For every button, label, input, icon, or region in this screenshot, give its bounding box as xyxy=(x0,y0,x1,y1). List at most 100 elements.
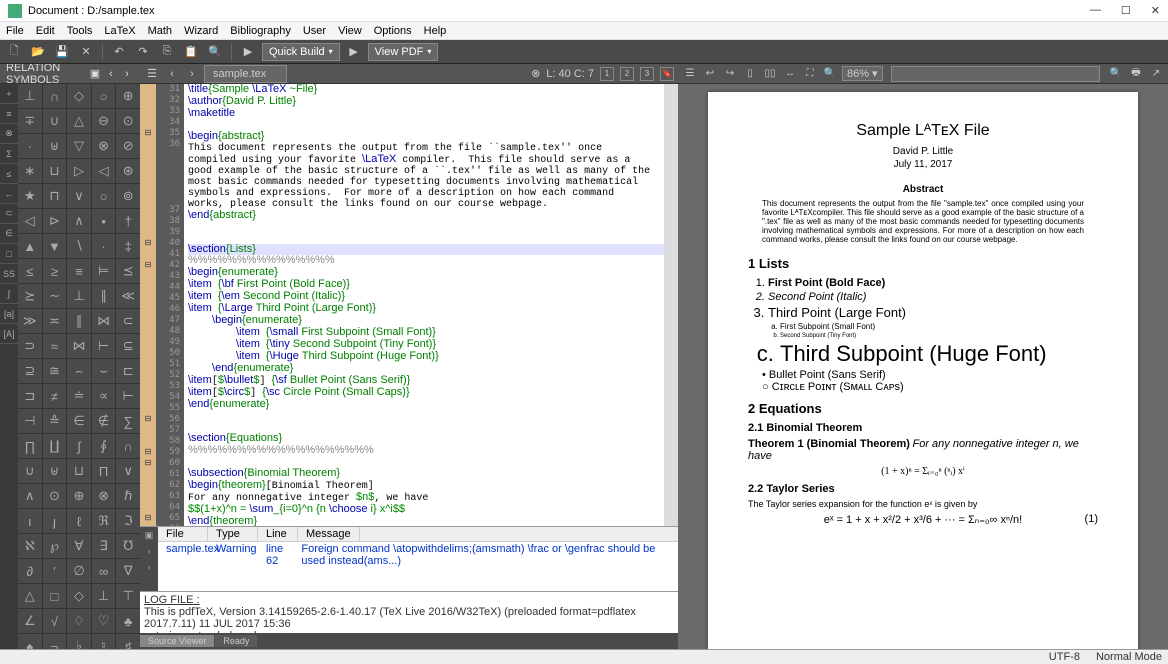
symbol-49[interactable]: ⊂ xyxy=(116,309,140,333)
symbol-28[interactable]: • xyxy=(92,209,116,233)
symbol-9[interactable]: ⊙ xyxy=(116,109,140,133)
symbol-34[interactable]: ‡ xyxy=(116,234,140,258)
close-button[interactable]: ✕ xyxy=(1151,4,1160,17)
zoom-combo[interactable]: 86%▾ xyxy=(842,66,883,81)
symbol-11[interactable]: ⊎ xyxy=(43,134,67,158)
fit-page-icon[interactable]: ⛶ xyxy=(802,66,818,82)
bookmark-icon[interactable]: 🔖 xyxy=(660,67,674,81)
symbol-89[interactable]: ℑ xyxy=(116,509,140,533)
menu-bibliography[interactable]: Bibliography xyxy=(230,25,291,37)
save-icon[interactable]: 💾 xyxy=(52,42,72,62)
symbol-63[interactable]: ∝ xyxy=(92,384,116,408)
msg-col-file[interactable]: File xyxy=(158,527,208,541)
tab-menu-icon[interactable]: ☰ xyxy=(144,67,160,80)
symbol-44[interactable]: ≪ xyxy=(116,284,140,308)
symbol-61[interactable]: ≠ xyxy=(43,384,67,408)
symbol-37[interactable]: ≡ xyxy=(67,259,91,283)
view-combo[interactable]: View PDF xyxy=(368,43,439,61)
symbol-cat-1[interactable]: ≡ xyxy=(0,104,18,124)
symbol-40[interactable]: ⪰ xyxy=(18,284,42,308)
status-mode[interactable]: Normal Mode xyxy=(1096,651,1162,663)
menu-help[interactable]: Help xyxy=(424,25,447,37)
viewer-menu-icon[interactable]: ☰ xyxy=(682,66,698,82)
symbol-82[interactable]: ⊕ xyxy=(67,484,91,508)
symbol-98[interactable]: ∞ xyxy=(92,559,116,583)
msg-nav3-icon[interactable]: › xyxy=(140,559,158,575)
symbol-22[interactable]: ∨ xyxy=(67,184,91,208)
symbol-56[interactable]: ≅ xyxy=(43,359,67,383)
find-icon[interactable]: 🔍 xyxy=(205,42,225,62)
symbol-68[interactable]: ∉ xyxy=(92,409,116,433)
menu-tools[interactable]: Tools xyxy=(67,25,93,37)
symbol-78[interactable]: Π xyxy=(92,459,116,483)
symbol-3[interactable]: ○ xyxy=(92,84,116,108)
msg-col-type[interactable]: Type xyxy=(208,527,258,541)
tab-source-viewer[interactable]: Source Viewer xyxy=(140,635,214,647)
symbol-38[interactable]: ⊨ xyxy=(92,259,116,283)
symbol-106[interactable]: √ xyxy=(43,609,67,633)
symbol-51[interactable]: ≈ xyxy=(43,334,67,358)
symbol-67[interactable]: ∈ xyxy=(67,409,91,433)
symbol-80[interactable]: ∧ xyxy=(18,484,42,508)
symbol-107[interactable]: ♢ xyxy=(67,609,91,633)
symbol-97[interactable]: ∅ xyxy=(67,559,91,583)
symbol-60[interactable]: ⊐ xyxy=(18,384,42,408)
msg-nav1-icon[interactable]: ▣ xyxy=(140,527,158,543)
symbol-50[interactable]: ⊃ xyxy=(18,334,42,358)
run2-icon[interactable]: ▶ xyxy=(344,42,364,62)
tab-prev-icon[interactable]: ‹ xyxy=(164,68,180,80)
double-page-icon[interactable]: ▯▯ xyxy=(762,66,778,82)
symbol-53[interactable]: ⊢ xyxy=(92,334,116,358)
build-combo[interactable]: Quick Build xyxy=(262,43,340,61)
symbol-cat-0[interactable]: + xyxy=(0,84,18,104)
symbol-12[interactable]: ▽ xyxy=(67,134,91,158)
minimize-button[interactable]: — xyxy=(1090,4,1101,17)
symbol-cat-12[interactable]: [A] xyxy=(0,324,18,344)
symbol-13[interactable]: ⊗ xyxy=(92,134,116,158)
tab-next-icon[interactable]: › xyxy=(184,68,200,80)
menu-view[interactable]: View xyxy=(338,25,362,37)
symbol-cat-2[interactable]: ⊗ xyxy=(0,124,18,144)
symbol-88[interactable]: ℜ xyxy=(92,509,116,533)
symbol-62[interactable]: ≐ xyxy=(67,384,91,408)
page-2[interactable]: 2 xyxy=(620,67,634,81)
symbol-6[interactable]: ∪ xyxy=(43,109,67,133)
symbol-96[interactable]: ′ xyxy=(43,559,67,583)
copy-icon[interactable]: ⎘ xyxy=(157,42,177,62)
symbol-112[interactable]: ♭ xyxy=(67,634,91,649)
msg-col-line[interactable]: Line xyxy=(258,527,298,541)
symbol-83[interactable]: ⊗ xyxy=(92,484,116,508)
symbol-92[interactable]: ∀ xyxy=(67,534,91,558)
run-icon[interactable]: ▶ xyxy=(238,42,258,62)
symbol-70[interactable]: ∏ xyxy=(18,434,42,458)
symbol-59[interactable]: ⊏ xyxy=(116,359,140,383)
symbol-16[interactable]: ⊔ xyxy=(43,159,67,183)
symbol-cat-5[interactable]: ← xyxy=(0,184,18,204)
symbol-10[interactable]: · xyxy=(18,134,42,158)
symbol-5[interactable]: ∓ xyxy=(18,109,42,133)
symbol-72[interactable]: ∫ xyxy=(67,434,91,458)
symbol-93[interactable]: ∃ xyxy=(92,534,116,558)
symbol-cat-4[interactable]: ≤ xyxy=(0,164,18,184)
panel-fwd-icon[interactable]: › xyxy=(120,67,134,81)
file-tab[interactable]: sample.tex xyxy=(204,65,287,83)
symbol-71[interactable]: ∐ xyxy=(43,434,67,458)
symbol-2[interactable]: ◇ xyxy=(67,84,91,108)
symbol-103[interactable]: ⊥ xyxy=(92,584,116,608)
message-row[interactable]: sample.tex Warning line 62 Foreign comma… xyxy=(158,542,678,568)
symbol-42[interactable]: ⊥ xyxy=(67,284,91,308)
symbol-cat-8[interactable]: □ xyxy=(0,244,18,264)
menu-math[interactable]: Math xyxy=(148,25,172,37)
symbol-46[interactable]: ≍ xyxy=(43,309,67,333)
status-encoding[interactable]: UTF-8 xyxy=(1049,651,1080,663)
symbol-84[interactable]: ℏ xyxy=(116,484,140,508)
symbol-74[interactable]: ∩ xyxy=(116,434,140,458)
symbol-81[interactable]: ⊙ xyxy=(43,484,67,508)
symbol-21[interactable]: ⊓ xyxy=(43,184,67,208)
viewer-fwd-icon[interactable]: ↪ xyxy=(722,66,738,82)
viewer-back-icon[interactable]: ↩ xyxy=(702,66,718,82)
page-1[interactable]: 1 xyxy=(600,67,614,81)
symbol-43[interactable]: ∥ xyxy=(92,284,116,308)
symbol-33[interactable]: ∙ xyxy=(92,234,116,258)
symbol-75[interactable]: ∪ xyxy=(18,459,42,483)
